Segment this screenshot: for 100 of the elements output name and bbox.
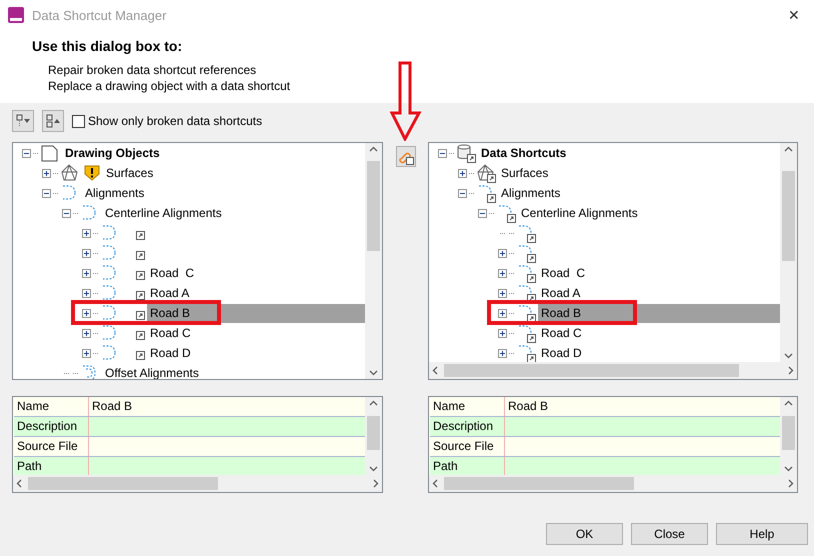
shortcut-icon	[136, 230, 145, 240]
collapse-icon[interactable]	[438, 148, 447, 158]
item-label[interactable]: Road D	[538, 346, 585, 360]
item-label[interactable]: Data Shortcuts	[478, 146, 570, 160]
checkbox-label: Show only broken data shortcuts	[88, 114, 262, 128]
scroll-thumb[interactable]	[367, 161, 380, 251]
item-label[interactable]: Road B	[147, 304, 365, 322]
item-label[interactable]: Centerline Alignments	[102, 206, 225, 220]
expand-icon[interactable]	[82, 228, 91, 238]
plus-icon	[499, 290, 506, 296]
plus-icon	[499, 250, 506, 256]
vertical-scrollbar[interactable]	[780, 143, 797, 362]
plus-icon	[499, 310, 506, 316]
expand-icon[interactable]	[82, 288, 91, 298]
vertical-scrollbar[interactable]	[780, 397, 797, 475]
item-label[interactable]: Road A	[147, 286, 192, 300]
plus-icon	[499, 330, 506, 336]
heading: Use this dialog box to:	[32, 38, 184, 54]
alignment-icon	[516, 323, 536, 343]
expand-all-button[interactable]	[12, 110, 34, 132]
dialog-button[interactable]: Close	[631, 523, 708, 545]
expand-icon[interactable]	[498, 348, 507, 358]
item-label[interactable]: Road D	[147, 346, 194, 360]
collapse-icon[interactable]	[42, 188, 51, 198]
collapse-icon[interactable]	[458, 188, 467, 198]
close-button[interactable]: ✕	[774, 6, 814, 24]
item-label[interactable]: Offset Alignments	[102, 366, 202, 379]
property-value: Road B	[91, 398, 134, 415]
plus-icon	[459, 170, 466, 176]
instruction-text: Repair broken data shortcut references	[47, 62, 258, 78]
dialog-button[interactable]: OK	[546, 523, 623, 545]
property-value: Road B	[507, 398, 550, 415]
expand-icon[interactable]	[498, 308, 507, 318]
item-label[interactable]: Surfaces	[103, 166, 156, 180]
expand-icon[interactable]	[82, 248, 91, 258]
shortcut-icon	[136, 350, 145, 360]
replace-with-shortcut-button[interactable]	[396, 146, 416, 167]
scroll-thumb[interactable]	[28, 477, 218, 490]
plus-icon	[83, 270, 90, 276]
collapse-icon[interactable]	[22, 148, 31, 158]
expand-icon[interactable]	[498, 288, 507, 298]
alignment-icon	[516, 283, 536, 303]
instruction-text: Replace a drawing object with a data shortcut	[47, 78, 292, 94]
item-label[interactable]: Road A	[538, 286, 584, 300]
plus-icon	[83, 330, 90, 336]
plus-icon	[499, 350, 506, 356]
collapse-icon[interactable]	[62, 208, 71, 218]
property-name: Source File	[14, 437, 89, 456]
alignment-icon	[516, 343, 536, 362]
alignment-icon	[516, 303, 536, 323]
expand-icon[interactable]	[82, 268, 91, 278]
vertical-scrollbar[interactable]	[365, 143, 382, 379]
expand-icon[interactable]	[498, 268, 507, 278]
vertical-scrollbar[interactable]	[365, 397, 382, 475]
expand-icon[interactable]	[498, 248, 507, 258]
scroll-thumb[interactable]	[444, 364, 739, 377]
property-name: Name	[430, 397, 505, 416]
item-label[interactable]: Alignments	[498, 186, 564, 200]
plus-icon	[83, 290, 90, 296]
shortcut-icon	[136, 310, 145, 320]
tree-down-icon	[15, 113, 31, 129]
horizontal-scrollbar[interactable]	[13, 475, 382, 492]
scroll-thumb[interactable]	[444, 477, 634, 490]
collapse-all-button[interactable]	[42, 110, 64, 132]
expand-icon[interactable]	[42, 168, 51, 178]
expand-icon[interactable]	[458, 168, 467, 178]
property-name: Source File	[430, 437, 505, 456]
item-label[interactable]: Road C	[538, 326, 585, 340]
scroll-thumb[interactable]	[782, 416, 795, 450]
checkbox[interactable]	[72, 114, 85, 128]
window-title: Data Shortcut Manager	[32, 8, 168, 22]
scroll-thumb[interactable]	[367, 416, 380, 450]
expand-icon[interactable]	[82, 308, 91, 318]
item-label[interactable]: Surfaces	[498, 166, 552, 180]
expand-icon[interactable]	[82, 348, 91, 358]
alignment-icon	[516, 263, 536, 283]
plus-icon	[499, 270, 506, 276]
expand-icon[interactable]	[498, 328, 507, 338]
shortcut-icon	[136, 270, 145, 280]
alignment-icon	[516, 243, 536, 263]
horizontal-scrollbar[interactable]	[429, 362, 797, 379]
item-label[interactable]: Alignments	[82, 186, 148, 200]
surface-icon	[476, 163, 496, 183]
scroll-thumb[interactable]	[782, 171, 795, 261]
alignment-icon	[516, 223, 536, 243]
item-label[interactable]: Road C	[538, 266, 588, 280]
item-label[interactable]: Road C	[147, 326, 194, 340]
horizontal-scrollbar[interactable]	[429, 475, 797, 492]
item-label[interactable]: Drawing Objects	[62, 146, 163, 160]
collapse-icon[interactable]	[478, 208, 487, 218]
plus-icon	[83, 350, 90, 356]
dialog-button[interactable]: Help	[716, 523, 808, 545]
plus-icon	[83, 230, 90, 236]
plus-icon	[83, 310, 90, 316]
item-label[interactable]: Road C	[147, 266, 198, 280]
expand-icon[interactable]	[82, 328, 91, 338]
item-label[interactable]: Road B	[538, 304, 780, 322]
surface-icon	[60, 163, 80, 183]
item-label[interactable]: Centerline Alignments	[518, 206, 641, 220]
shortcut-icon	[136, 330, 145, 340]
